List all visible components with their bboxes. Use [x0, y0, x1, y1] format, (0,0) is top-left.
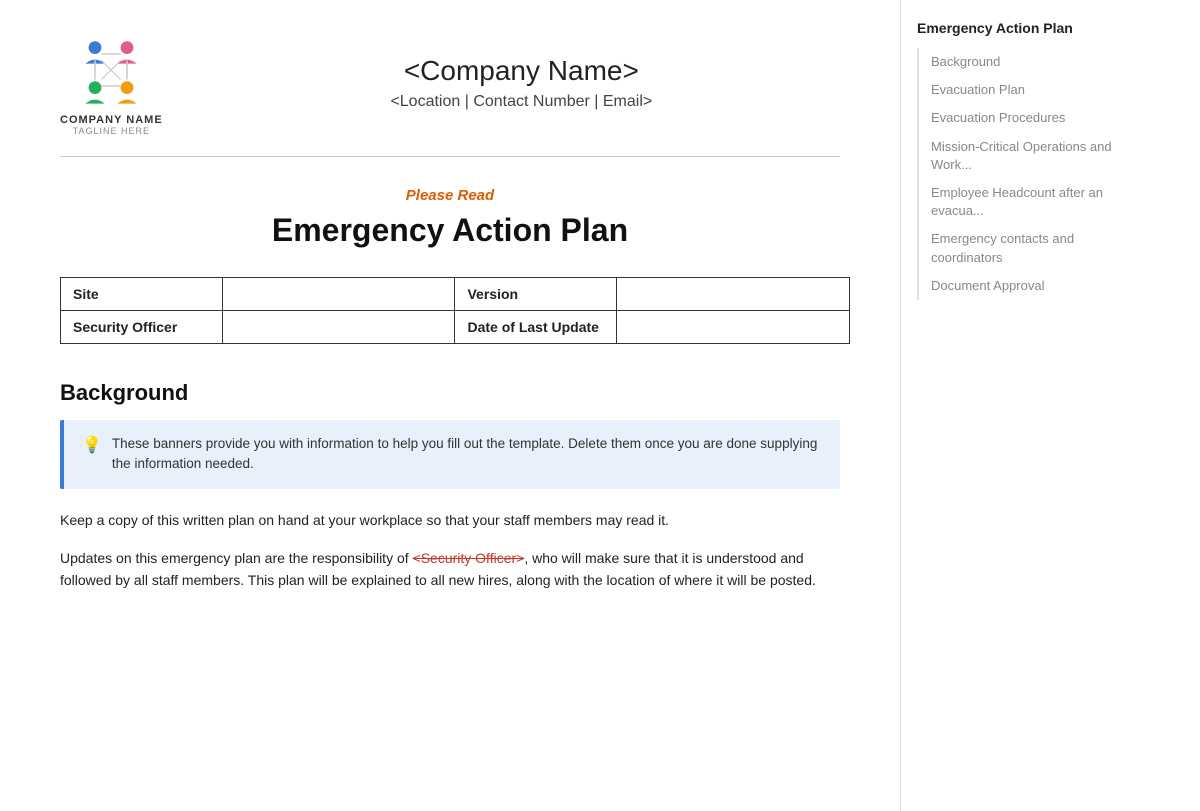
page-layout: COMPANY NAME TAGLINE HERE <Company Name>… [0, 0, 1200, 811]
date-label: Date of Last Update [455, 311, 617, 344]
please-read-section: Please Read [60, 187, 840, 204]
body-text-2: Updates on this emergency plan are the r… [60, 547, 840, 592]
info-banner: 💡 These banners provide you with informa… [60, 420, 840, 489]
company-logo [71, 30, 151, 110]
logo-tagline: TAGLINE HERE [73, 126, 150, 136]
body-text-1: Keep a copy of this written plan on hand… [60, 509, 840, 531]
table-row-1: Site Version [61, 278, 850, 311]
sidebar-item-background[interactable]: Background [919, 48, 1154, 76]
sidebar-item-evacuation-plan[interactable]: Evacuation Plan [919, 76, 1154, 104]
main-content: COMPANY NAME TAGLINE HERE <Company Name>… [0, 0, 900, 811]
info-table: Site Version Security Officer Date of La… [60, 277, 850, 344]
site-label: Site [61, 278, 223, 311]
header-text: <Company Name> <Location | Contact Numbe… [203, 55, 840, 111]
body2-prefix: Updates on this emergency plan are the r… [60, 550, 413, 566]
document-header: COMPANY NAME TAGLINE HERE <Company Name>… [60, 30, 840, 157]
please-read-label: Please Read [406, 187, 494, 204]
security-officer-link[interactable]: <Security Officer> [413, 550, 525, 566]
sidebar-title: Emergency Action Plan [917, 20, 1154, 36]
version-label: Version [455, 278, 617, 311]
sidebar-item-document-approval[interactable]: Document Approval [919, 272, 1154, 300]
security-officer-value[interactable] [222, 311, 455, 344]
date-value[interactable] [617, 311, 850, 344]
sidebar-item-evacuation-procedures[interactable]: Evacuation Procedures [919, 104, 1154, 132]
sidebar-item-mission-critical[interactable]: Mission-Critical Operations and Work... [919, 133, 1154, 179]
company-title: <Company Name> [203, 55, 840, 87]
version-value[interactable] [617, 278, 850, 311]
security-officer-label: Security Officer [61, 311, 223, 344]
sidebar-item-emergency-contacts[interactable]: Emergency contacts and coordinators [919, 225, 1154, 271]
site-value[interactable] [222, 278, 455, 311]
sidebar: Emergency Action Plan Background Evacuat… [900, 0, 1170, 811]
logo-company-name: COMPANY NAME [60, 114, 163, 126]
banner-text: These banners provide you with informati… [112, 434, 822, 475]
lightbulb-icon: 💡 [82, 435, 102, 455]
sidebar-item-employee-headcount[interactable]: Employee Headcount after an evacua... [919, 179, 1154, 225]
table-row-2: Security Officer Date of Last Update [61, 311, 850, 344]
background-heading: Background [60, 380, 840, 406]
company-subtitle: <Location | Contact Number | Email> [203, 93, 840, 111]
sidebar-nav: Background Evacuation Plan Evacuation Pr… [917, 48, 1154, 300]
document-title: Emergency Action Plan [60, 212, 840, 249]
logo-area: COMPANY NAME TAGLINE HERE [60, 30, 163, 136]
